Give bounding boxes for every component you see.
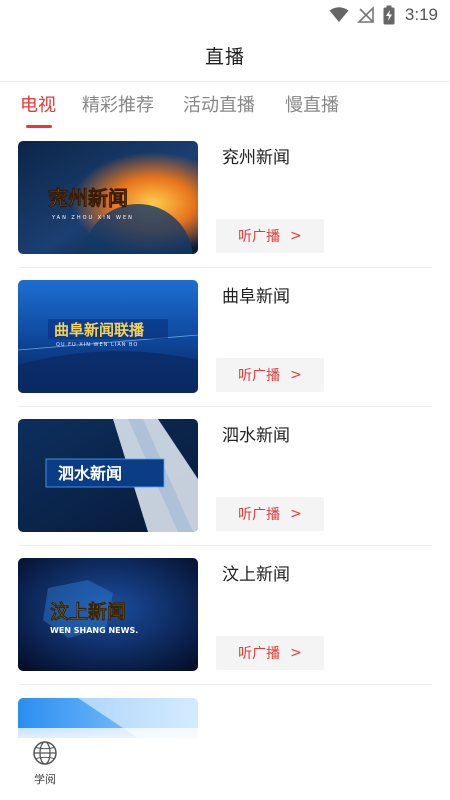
listen-radio-button[interactable]: 听广播 >	[216, 358, 324, 392]
tab-tv[interactable]: 电视	[20, 91, 56, 117]
listen-radio-label: 听广播	[238, 368, 281, 384]
channel-thumbnail[interactable]: 兖州新闻 YAN ZHOU XIN WEN	[18, 141, 198, 254]
chevron-right-icon: >	[290, 228, 302, 244]
tab-event-live[interactable]: 活动直播	[183, 91, 255, 117]
thumb-subcaption: QU FU XIN WEN LIAN BO	[56, 342, 138, 348]
channel-thumbnail[interactable]: 曲阜新闻联播 QU FU XIN WEN LIAN BO	[18, 280, 198, 393]
channel-title[interactable]: 泗水新闻	[222, 421, 290, 446]
status-bar: 3:19	[0, 0, 450, 30]
thumb-caption: 兖州新闻	[48, 186, 128, 210]
channel-title[interactable]: 兖州新闻	[222, 143, 290, 168]
page-title: 直播	[204, 46, 245, 68]
battery-charging-icon	[383, 5, 395, 25]
channel-title[interactable]: 汶上新闻	[222, 560, 290, 585]
chevron-right-icon: >	[290, 506, 302, 522]
thumb-caption: 泗水新闻	[58, 464, 122, 483]
chevron-right-icon: >	[290, 645, 302, 661]
chevron-right-icon: >	[290, 367, 302, 383]
header: 直播	[0, 30, 450, 82]
listen-radio-label: 听广播	[238, 229, 281, 245]
active-tab-indicator	[26, 125, 52, 128]
channel-thumbnail[interactable]: 泗水新闻	[18, 419, 198, 532]
nav-label: 学阅	[34, 773, 56, 786]
listen-radio-button[interactable]: 听广播 >	[216, 219, 324, 253]
list-item[interactable]: 曲阜新闻联播 QU FU XIN WEN LIAN BO 曲阜新闻 听广播 >	[0, 268, 450, 407]
channel-thumbnail[interactable]: 汶上新闻 WEN SHANG NEWS.	[18, 558, 198, 671]
tab-bar: 电视 精彩推荐 活动直播 慢直播	[0, 83, 450, 129]
listen-radio-label: 听广播	[238, 646, 281, 662]
thumb-subcaption: YAN ZHOU XIN WEN	[51, 215, 134, 221]
divider	[18, 684, 432, 685]
listen-radio-button[interactable]: 听广播 >	[216, 636, 324, 670]
listen-radio-label: 听广播	[238, 507, 281, 523]
status-time: 3:19	[404, 5, 438, 24]
listen-radio-button[interactable]: 听广播 >	[216, 497, 324, 531]
bottom-nav: 学阅	[0, 728, 450, 800]
channel-title[interactable]: 曲阜新闻	[222, 282, 290, 307]
list-item[interactable]: 汶上新闻 WEN SHANG NEWS. 汶上新闻 听广播 >	[0, 546, 450, 685]
thumb-subcaption: WEN SHANG NEWS.	[50, 626, 138, 635]
list-item[interactable]: 兖州新闻 YAN ZHOU XIN WEN 兖州新闻 听广播 >	[0, 129, 450, 268]
tab-slow-live[interactable]: 慢直播	[285, 91, 339, 117]
thumb-caption: 曲阜新闻联播	[54, 321, 145, 339]
list-item[interactable]: 泗水新闻 泗水新闻 听广播 >	[0, 407, 450, 546]
no-signal-icon	[356, 6, 374, 23]
globe-icon	[33, 741, 57, 765]
tab-featured[interactable]: 精彩推荐	[82, 91, 154, 117]
nav-item-learn[interactable]: 学阅	[22, 740, 68, 787]
wifi-icon	[329, 7, 349, 22]
thumb-caption: 汶上新闻	[50, 600, 126, 623]
